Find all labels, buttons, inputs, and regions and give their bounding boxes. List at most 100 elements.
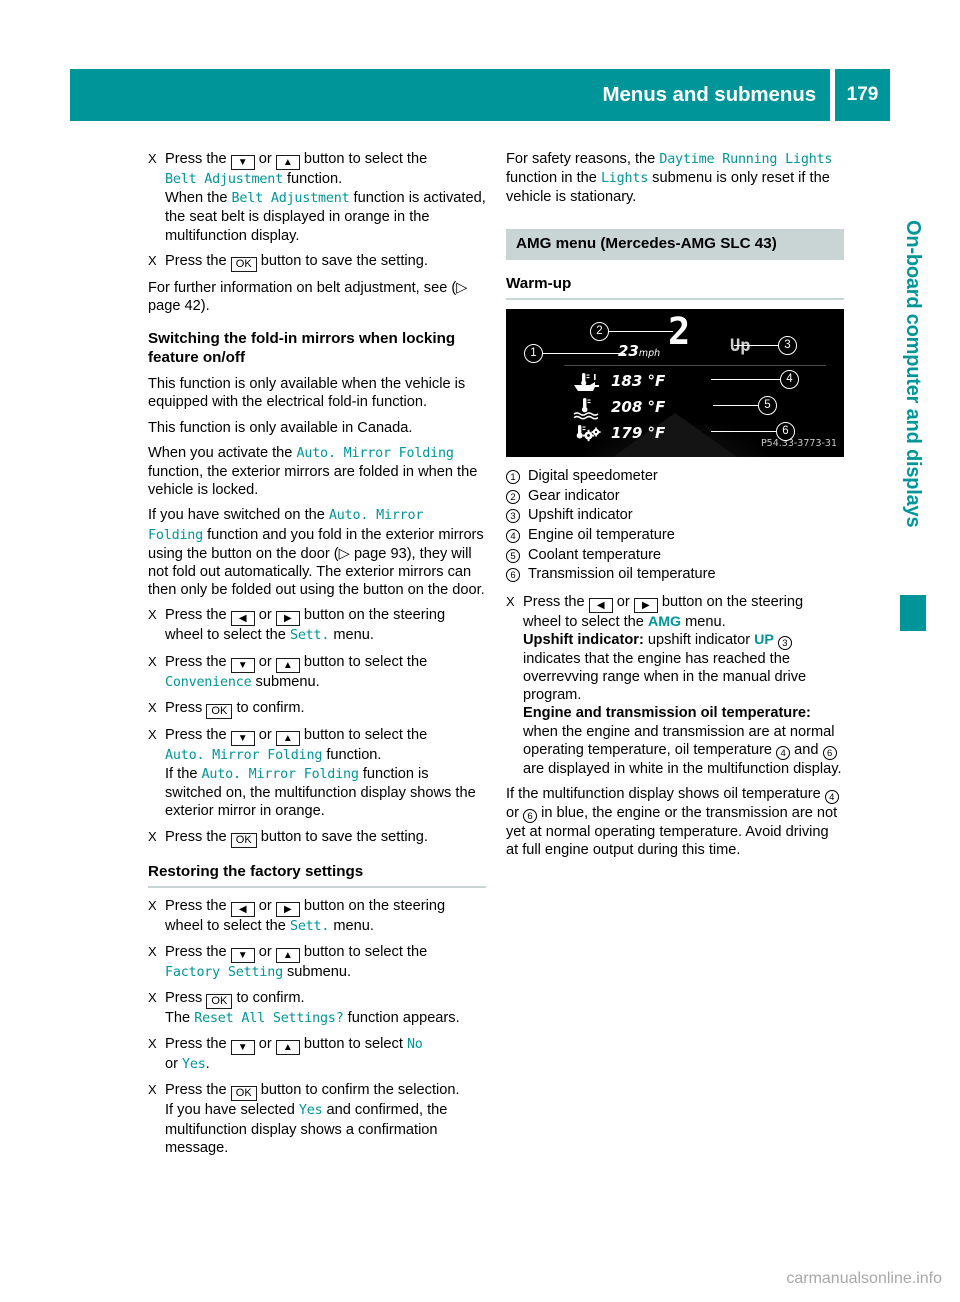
- list-item: 5 Coolant temperature: [506, 546, 844, 564]
- ui-term-auto-mirror-folding: Auto. Mirror Folding: [296, 445, 454, 461]
- callout-3: 3: [778, 335, 797, 355]
- blue-block-pre: If the multifunction display shows oil t…: [506, 785, 821, 802]
- step-text-tail: menu.: [333, 627, 374, 644]
- leader-line-3: [734, 344, 782, 347]
- step-text-mid: or: [258, 943, 272, 960]
- list-item: 4 Engine oil temperature: [506, 526, 844, 544]
- ok-button-key[interactable]: OK: [230, 1086, 257, 1102]
- up-button-key[interactable]: ▲: [275, 730, 300, 746]
- step-text-mid: or: [258, 726, 272, 743]
- step-text-post: to confirm.: [236, 699, 305, 716]
- legend-number: 4: [506, 528, 520, 543]
- ok-button-key[interactable]: OK: [230, 256, 257, 272]
- step-confirm-2: X Press OK to confirm. The Reset All Set…: [148, 989, 486, 1028]
- arrow-left-icon: ◀: [238, 613, 247, 625]
- step-text-tail: function.: [326, 746, 382, 763]
- step-period: .: [205, 1056, 210, 1073]
- arrow-down-icon: ▼: [237, 949, 248, 961]
- left-button-key[interactable]: ◀: [230, 901, 255, 917]
- up-button-key[interactable]: ▲: [275, 657, 300, 673]
- up-button-key[interactable]: ▲: [275, 155, 300, 170]
- step-text-post: button to select: [303, 1036, 403, 1053]
- step-text-pre: Press the: [165, 252, 227, 269]
- right-button-key[interactable]: ▶: [633, 597, 658, 613]
- page-title: Menus and submenus: [602, 83, 817, 106]
- ui-term-yes: Yes: [182, 1057, 206, 1073]
- blue-block-mid: or: [506, 804, 519, 821]
- step-convenience: X Press the ▼ or ▲ button to select the …: [148, 653, 486, 692]
- para-safety-reasons: For safety reasons, the Daytime Running …: [506, 150, 844, 207]
- arrow-down-icon: ▼: [237, 1042, 248, 1054]
- step-bullet: X: [148, 990, 157, 1006]
- step-text-pre: Press the: [165, 653, 227, 670]
- legend-number: 5: [506, 548, 520, 563]
- right-text-column: For safety reasons, the Daytime Running …: [506, 150, 844, 866]
- step-note: When the Belt Adjustment function is act…: [165, 189, 486, 245]
- safety-pre: For safety reasons, the: [506, 151, 656, 167]
- figure-legend: 1 Digital speedometer 2 Gear indicator 3…: [506, 467, 844, 584]
- step-confirm-selection: X Press the OK button to confirm the sel…: [148, 1081, 486, 1157]
- legend-label: Upshift indicator: [528, 507, 633, 524]
- side-tab-marker: [900, 595, 926, 631]
- ui-term-sett-2: Sett.: [289, 918, 330, 934]
- para-activate-pre: When you activate the: [148, 444, 293, 461]
- legend-label: Transmission oil temperature: [528, 566, 716, 583]
- para-blue-temperature: If the multifunction display shows oil t…: [506, 785, 844, 859]
- legend-number: 3: [506, 509, 520, 524]
- leader-line-4: [711, 378, 783, 381]
- list-item: 1 Digital speedometer: [506, 467, 844, 485]
- step-subline: Convenience submenu.: [165, 673, 486, 692]
- temperature-block: Engine and transmission oil temperature:…: [523, 704, 844, 778]
- down-button-key[interactable]: ▼: [230, 155, 255, 170]
- coolant-thermometer-icon: [572, 397, 602, 425]
- down-button-key[interactable]: ▼: [230, 1040, 255, 1056]
- header-page-box: 179: [835, 69, 890, 121]
- step-text-pre: Press: [165, 990, 203, 1007]
- upshift-block-post: indicates that the engine has reached th…: [523, 650, 807, 704]
- legend-number: 2: [506, 489, 520, 504]
- arrow-up-icon: ▲: [282, 949, 293, 961]
- temp-block-label: Engine and transmission oil temperature:: [523, 705, 811, 722]
- step-text-pre: Press the: [165, 1082, 227, 1099]
- step-bullet: X: [148, 699, 157, 715]
- left-button-key[interactable]: ◀: [588, 597, 613, 613]
- step-or: or: [165, 1056, 178, 1073]
- arrow-up-icon: ▲: [282, 732, 293, 744]
- left-button-key[interactable]: ◀: [230, 611, 255, 627]
- ok-button-key[interactable]: OK: [230, 832, 257, 848]
- right-button-key[interactable]: ▶: [275, 901, 300, 917]
- speed-number: 23: [618, 341, 639, 360]
- page-number: 179: [846, 84, 879, 105]
- ui-term-lights: Lights: [600, 171, 649, 187]
- ok-button-key[interactable]: OK: [206, 994, 233, 1010]
- down-button-key[interactable]: ▼: [230, 730, 255, 746]
- up-button-key[interactable]: ▲: [275, 947, 300, 963]
- step-text-pre: Press the: [165, 607, 227, 624]
- arrow-right-icon: ▶: [283, 903, 292, 915]
- right-button-key[interactable]: ▶: [275, 611, 300, 627]
- arrow-left-icon: ◀: [596, 599, 605, 611]
- step-text-mid: or: [616, 593, 630, 610]
- ui-term-belt-adjustment-2: Belt Adjustment: [231, 191, 350, 207]
- down-button-key[interactable]: ▼: [230, 657, 255, 673]
- step-subline: Factory Setting submenu.: [165, 963, 486, 982]
- step-bullet: X: [148, 828, 157, 844]
- ui-term-yes-2: Yes: [298, 1103, 323, 1119]
- callout-2: 2: [590, 321, 609, 341]
- up-button-key[interactable]: ▲: [275, 1040, 300, 1056]
- ui-term-factory-setting: Factory Setting: [165, 964, 283, 980]
- leader-line-1: [543, 352, 625, 355]
- ok-button-key[interactable]: OK: [206, 703, 233, 719]
- para-switched-on: If you have switched on the Auto. Mirror…: [148, 506, 486, 599]
- step-select-no-yes: X Press the ▼ or ▲ button to select No o…: [148, 1035, 486, 1074]
- step-text-tail: submenu.: [287, 963, 352, 980]
- step-bullet: X: [506, 593, 515, 609]
- step-bullet: X: [148, 151, 157, 166]
- step-text-post: button to confirm the selection.: [260, 1082, 460, 1099]
- step-text-pre: Press the: [165, 943, 227, 960]
- down-button-key[interactable]: ▼: [230, 947, 255, 963]
- step-subline: Auto. Mirror Folding function.: [165, 746, 486, 765]
- gear-thermometer-icon: [572, 424, 602, 449]
- arrow-down-icon: ▼: [237, 732, 248, 744]
- step-bullet: X: [148, 252, 157, 268]
